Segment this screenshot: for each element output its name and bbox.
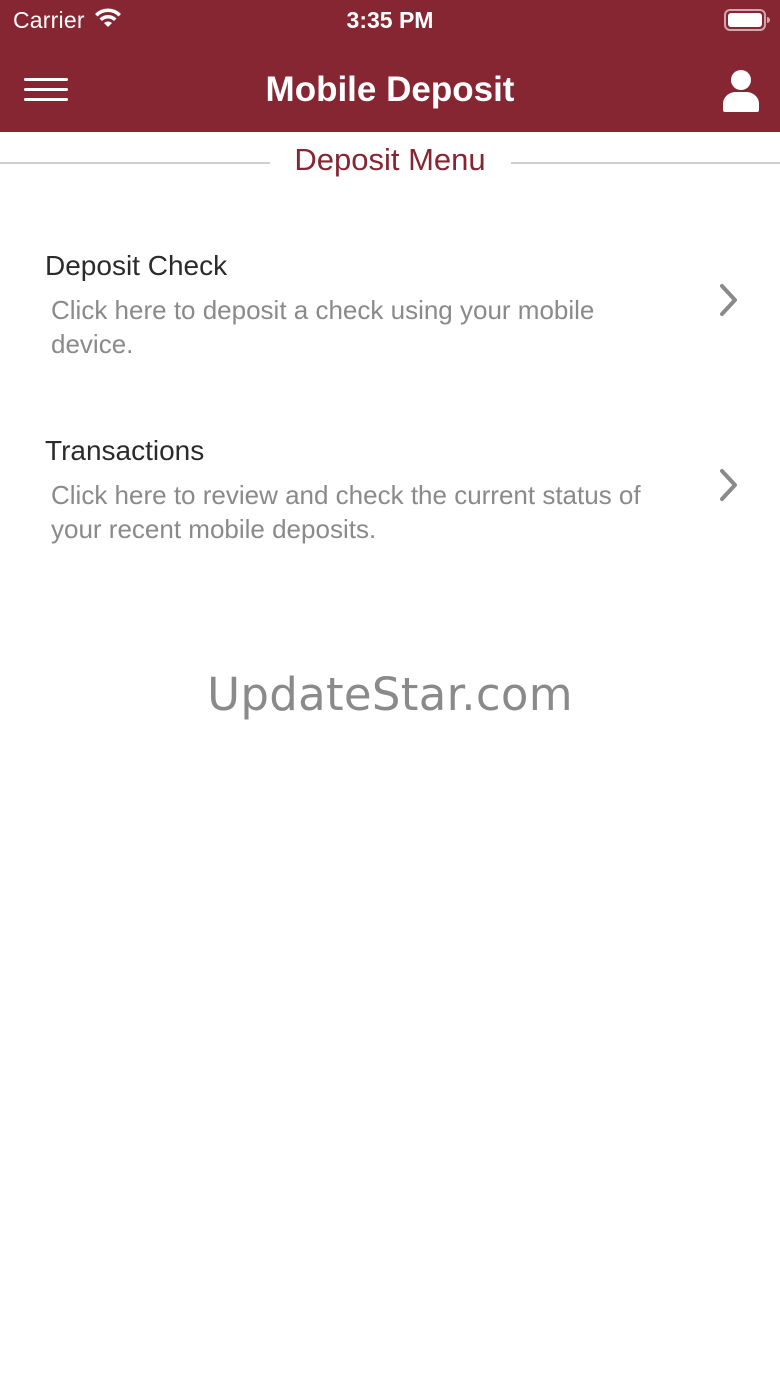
battery-icon — [724, 9, 770, 31]
app-header: Carrier 3:35 PM Mobile Deposit — [0, 0, 780, 132]
clock-time: 3:35 PM — [346, 7, 434, 33]
menu-item-description: Click here to review and check the curre… — [51, 480, 641, 544]
menu-item-deposit-check[interactable]: Deposit Check Click here to deposit a ch… — [0, 250, 780, 370]
chevron-right-icon — [720, 469, 737, 501]
menu-item-description: Click here to deposit a check using your… — [51, 295, 595, 359]
section-title: Deposit Menu — [294, 142, 486, 177]
status-bar: Carrier 3:35 PM — [0, 0, 780, 40]
watermark-text: UpdateStar.com — [207, 668, 573, 721]
divider-right — [511, 162, 780, 164]
page-title: Mobile Deposit — [265, 70, 515, 109]
menu-item-title: Transactions — [45, 435, 205, 466]
chevron-right-icon — [720, 284, 737, 316]
navigation-bar: Mobile Deposit — [0, 50, 780, 132]
section-header: Deposit Menu — [0, 132, 780, 192]
menu-item-title: Deposit Check — [45, 250, 228, 281]
user-profile-icon[interactable] — [721, 69, 761, 113]
menu-item-transactions[interactable]: Transactions Click here to review and ch… — [0, 435, 780, 555]
